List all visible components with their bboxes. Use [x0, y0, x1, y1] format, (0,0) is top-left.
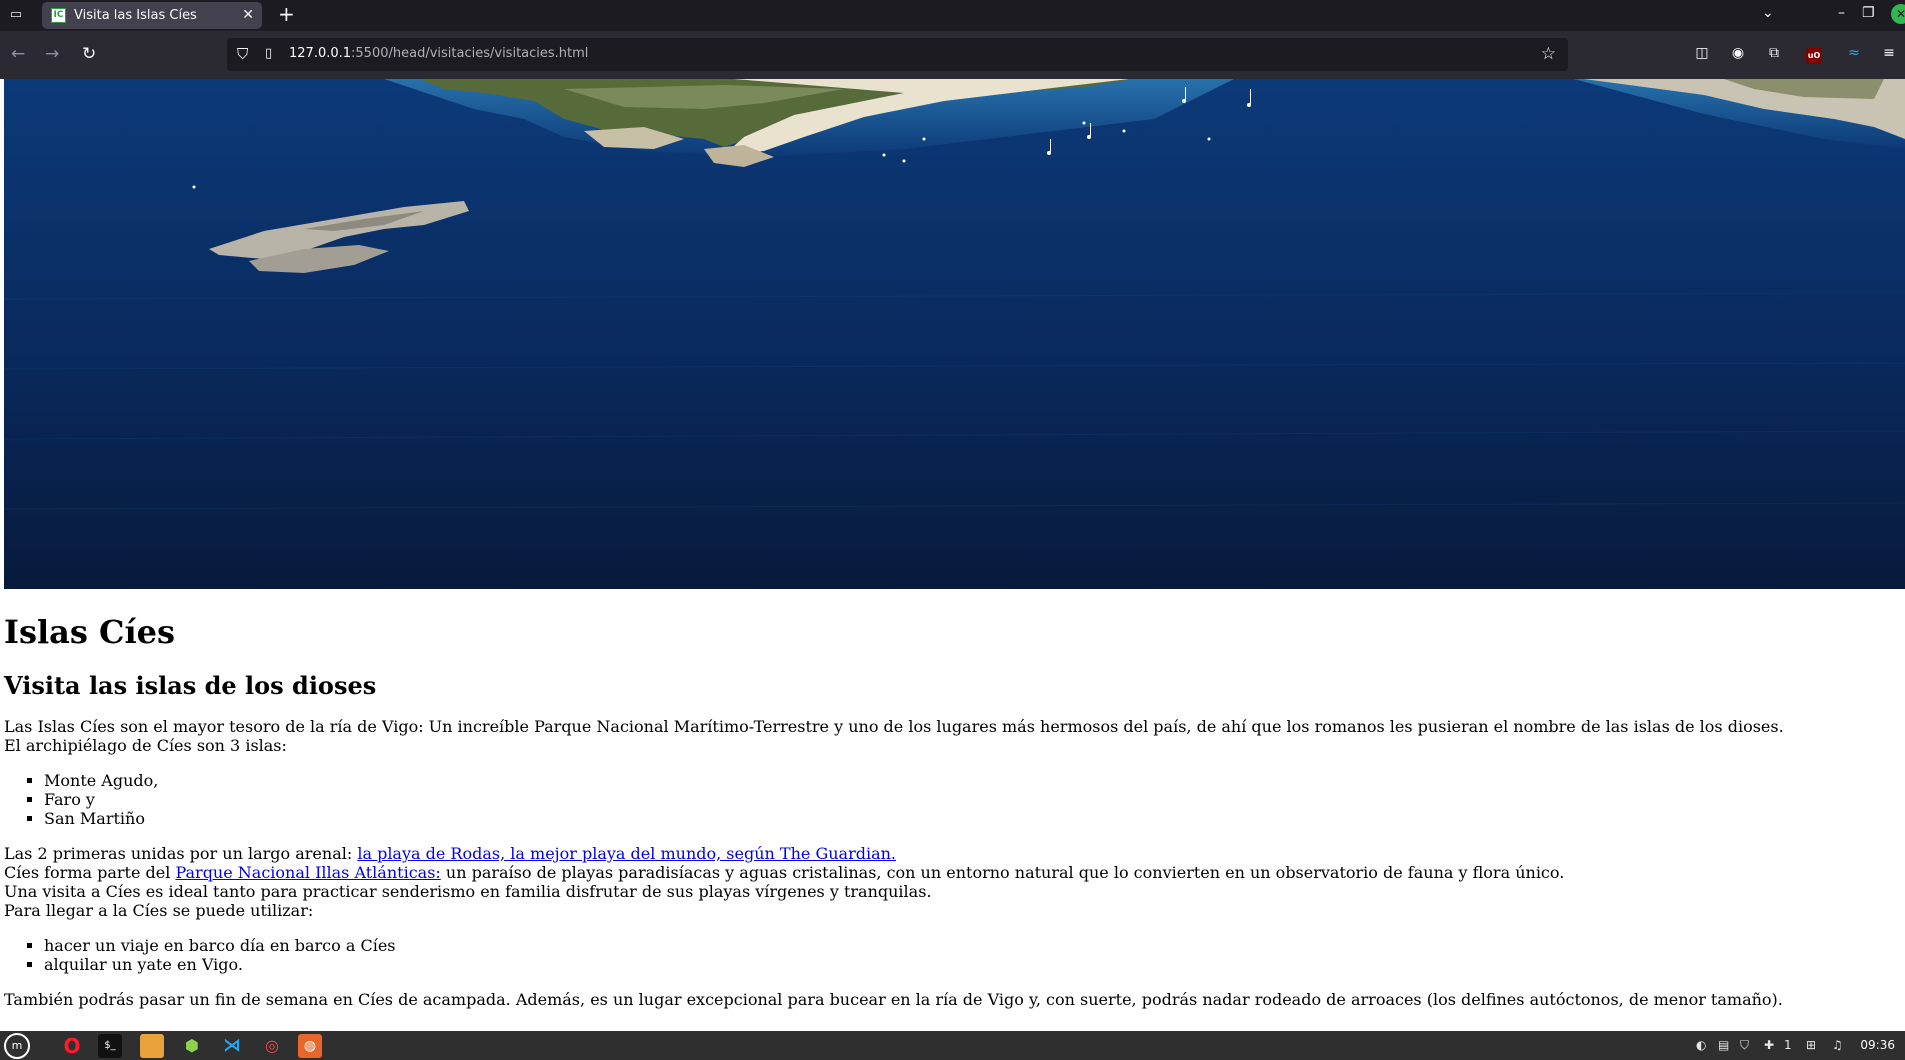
- shield-tray-icon[interactable]: ⛉: [1740, 1038, 1749, 1053]
- url-text[interactable]: 127.0.0.1:5500/head/visitacies/visitacie…: [289, 46, 588, 61]
- sound-icon[interactable]: ♫: [1832, 1038, 1843, 1052]
- files-folder-icon[interactable]: [140, 1034, 164, 1058]
- reload-button[interactable]: ↻: [82, 44, 96, 64]
- tray-count: 1: [1784, 1038, 1792, 1052]
- list-item: Faro y: [44, 790, 1899, 809]
- network-tray-icon[interactable]: ◐: [1696, 1038, 1706, 1052]
- tab-list-icon[interactable]: ⌄: [1762, 5, 1774, 21]
- details-paragraph: Las 2 primeras unidas por un largo arena…: [4, 844, 1899, 920]
- opera-browser-icon[interactable]: O: [60, 1034, 84, 1058]
- page-title: Islas Cíes: [4, 613, 176, 651]
- close-tab-icon[interactable]: ✕: [242, 7, 254, 23]
- tab-bar: ▭ IC Visita las Islas Cíes ✕ + ⌄ – ❐ ✕: [0, 0, 1905, 31]
- islands-aerial-image: [4, 79, 1905, 589]
- url-host: 127.0.0.1: [289, 46, 352, 61]
- clock[interactable]: 09:36: [1860, 1038, 1895, 1052]
- url-path: :5500/head/visitacies/visitacies.html: [351, 46, 589, 61]
- page-info-icon[interactable]: ▯: [265, 46, 272, 61]
- rodas-prefix: Las 2 primeras unidas por un largo arena…: [4, 844, 358, 863]
- tab-title: Visita las Islas Cíes: [74, 8, 197, 23]
- desktop-taskbar: m O $_ ⬢ ⋊ ◎ ◍ ◐ ▤ ⛉ ✚ 1 ⊞ ♫ 09:36: [0, 1031, 1905, 1060]
- menu-icon[interactable]: ≡: [1880, 44, 1898, 62]
- tab-active[interactable]: IC Visita las Islas Cíes ✕: [42, 2, 262, 29]
- list-item: alquilar un yate en Vigo.: [44, 955, 1899, 974]
- list-item: hacer un viaje en barco día en barco a C…: [44, 936, 1899, 955]
- minimize-button[interactable]: –: [1838, 5, 1845, 21]
- travel-line: Para llegar a la Cíes se puede utilizar:: [4, 901, 314, 920]
- updates-tray-icon[interactable]: ✚: [1764, 1038, 1774, 1052]
- app-icon[interactable]: ◎: [260, 1034, 284, 1058]
- ublock-icon[interactable]: uO: [1806, 48, 1822, 64]
- closing-paragraph: También podrás pasar un fin de semana en…: [4, 990, 1783, 1009]
- firefox-icon[interactable]: ◍: [298, 1034, 322, 1058]
- network-status-icon[interactable]: ⊞: [1806, 1038, 1816, 1052]
- new-tab-button[interactable]: +: [278, 2, 295, 26]
- park-prefix: Cíes forma parte del: [4, 863, 176, 882]
- clipboard-tray-icon[interactable]: ▤: [1718, 1038, 1729, 1052]
- vscode-icon[interactable]: ⋊: [220, 1034, 244, 1058]
- tracking-protection-icon[interactable]: ⛉: [237, 45, 248, 63]
- national-park-link[interactable]: Parque Nacional Illas Atlánticas:: [175, 863, 440, 882]
- park-suffix: un paraíso de playas paradisíacas y agua…: [440, 863, 1565, 882]
- start-menu-icon[interactable]: m: [4, 1033, 30, 1059]
- page-content: Islas Cíes Visita las islas de los diose…: [4, 589, 1899, 1009]
- bookmark-star-icon[interactable]: ☆: [1541, 44, 1556, 64]
- page-subtitle: Visita las islas de los dioses: [4, 671, 377, 700]
- list-item: San Martiño: [44, 809, 1899, 828]
- account-icon[interactable]: ◉: [1729, 44, 1747, 62]
- maximize-button[interactable]: ❐: [1862, 5, 1875, 21]
- extensions-icon[interactable]: ⧉: [1765, 44, 1783, 62]
- pocket-icon[interactable]: ◫: [1693, 44, 1711, 62]
- favicon-icon: IC: [51, 8, 66, 23]
- intro-line-2: El archipiélago de Cíes son 3 islas:: [4, 736, 287, 755]
- terminal-icon[interactable]: $_: [98, 1034, 122, 1058]
- intro-paragraph: Las Islas Cíes son el mayor tesoro de la…: [4, 717, 1899, 755]
- navigation-bar: ← → ↻ ⛉ ▯ 127.0.0.1:5500/head/visitacies…: [0, 31, 1905, 79]
- travel-options-list: hacer un viaje en barco día en barco a C…: [4, 936, 1899, 974]
- hero-image: [4, 79, 1905, 589]
- window-close-button[interactable]: ✕: [1891, 4, 1905, 24]
- visit-line: Una visita a Cíes es ideal tanto para pr…: [4, 882, 932, 901]
- forward-button[interactable]: →: [45, 44, 59, 64]
- package-manager-icon[interactable]: ⬢: [180, 1034, 204, 1058]
- islands-list: Monte Agudo, Faro y San Martiño: [4, 771, 1899, 828]
- intro-line-1: Las Islas Cíes son el mayor tesoro de la…: [4, 717, 1784, 736]
- translate-extension-icon[interactable]: ≈: [1845, 44, 1863, 62]
- tab-overview-icon[interactable]: ▭: [8, 7, 24, 23]
- url-bar[interactable]: ⛉ ▯ 127.0.0.1:5500/head/visitacies/visit…: [227, 38, 1568, 71]
- rodas-beach-link[interactable]: la playa de Rodas, la mejor playa del mu…: [357, 844, 896, 863]
- back-button[interactable]: ←: [11, 44, 25, 64]
- list-item: Monte Agudo,: [44, 771, 1899, 790]
